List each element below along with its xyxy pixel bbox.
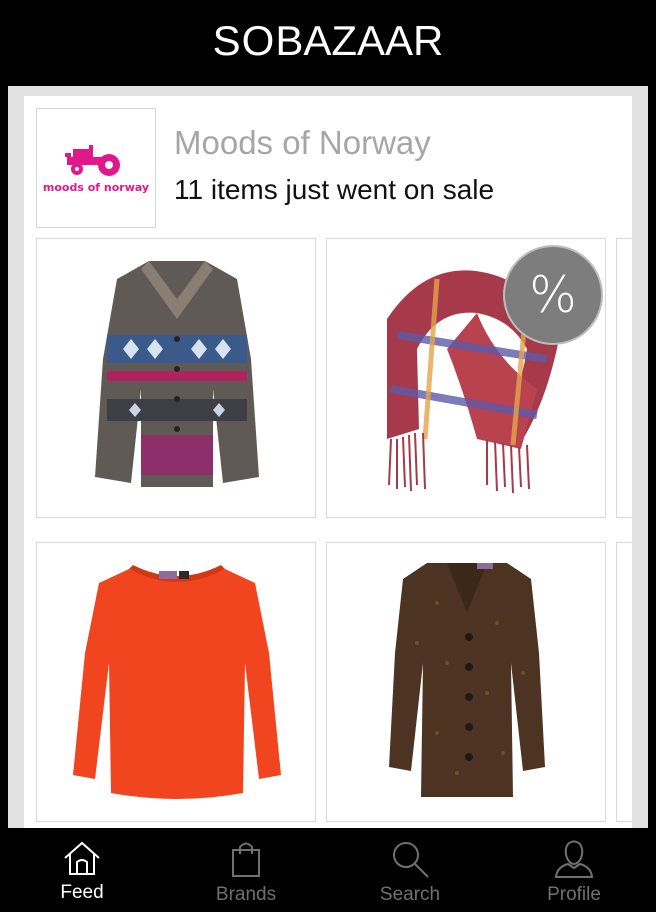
feed-background: moods of norway Moods of Norway 11 items… <box>8 86 648 828</box>
orange-top-image <box>73 565 281 799</box>
sale-description: 11 items just went on sale <box>174 174 495 205</box>
tractor-icon <box>65 144 120 176</box>
user-icon <box>554 840 594 878</box>
tab-label-profile: Profile <box>547 884 601 905</box>
tab-label-search: Search <box>379 884 441 905</box>
tab-brands[interactable]: Brands <box>164 828 328 912</box>
search-icon <box>393 842 429 878</box>
feed-list[interactable]: moods of norway Moods of Norway 11 items… <box>0 82 656 828</box>
product-tile-partial[interactable] <box>616 542 632 822</box>
sale-percent-badge: % <box>503 245 603 345</box>
logo-so: SO <box>212 17 276 64</box>
brand-logo[interactable]: moods of norway <box>36 108 156 228</box>
product-tile-plaid-scarf[interactable]: % <box>326 238 606 518</box>
app-logo: SO BAZAAR <box>213 17 444 65</box>
tweed-cardigan-image <box>389 563 545 797</box>
tab-profile[interactable]: Profile <box>492 828 656 912</box>
logo-bazaar: BAZAAR <box>275 17 444 64</box>
tab-label-feed: Feed <box>60 882 104 903</box>
home-icon <box>64 841 100 875</box>
product-tile-partial[interactable] <box>616 238 632 518</box>
product-tile-tweed-cardigan[interactable] <box>326 542 606 822</box>
product-tile-orange-top[interactable] <box>36 542 316 822</box>
tab-feed[interactable]: Feed <box>0 828 164 912</box>
sale-card[interactable]: moods of norway Moods of Norway 11 items… <box>24 96 632 828</box>
bottom-tab-bar: Feed Brands Search Profile <box>0 828 656 912</box>
brand-logo-wordmark: moods of norway <box>42 180 150 194</box>
tab-search[interactable]: Search <box>328 828 492 912</box>
product-tile-knit-cardigan[interactable] <box>36 238 316 518</box>
knit-cardigan-image <box>95 261 259 487</box>
brand-name[interactable]: Moods of Norway <box>174 124 431 162</box>
shopping-bag-icon <box>232 842 260 877</box>
tab-label-brands: Brands <box>215 884 277 905</box>
top-bar: SO BAZAAR <box>0 0 656 82</box>
